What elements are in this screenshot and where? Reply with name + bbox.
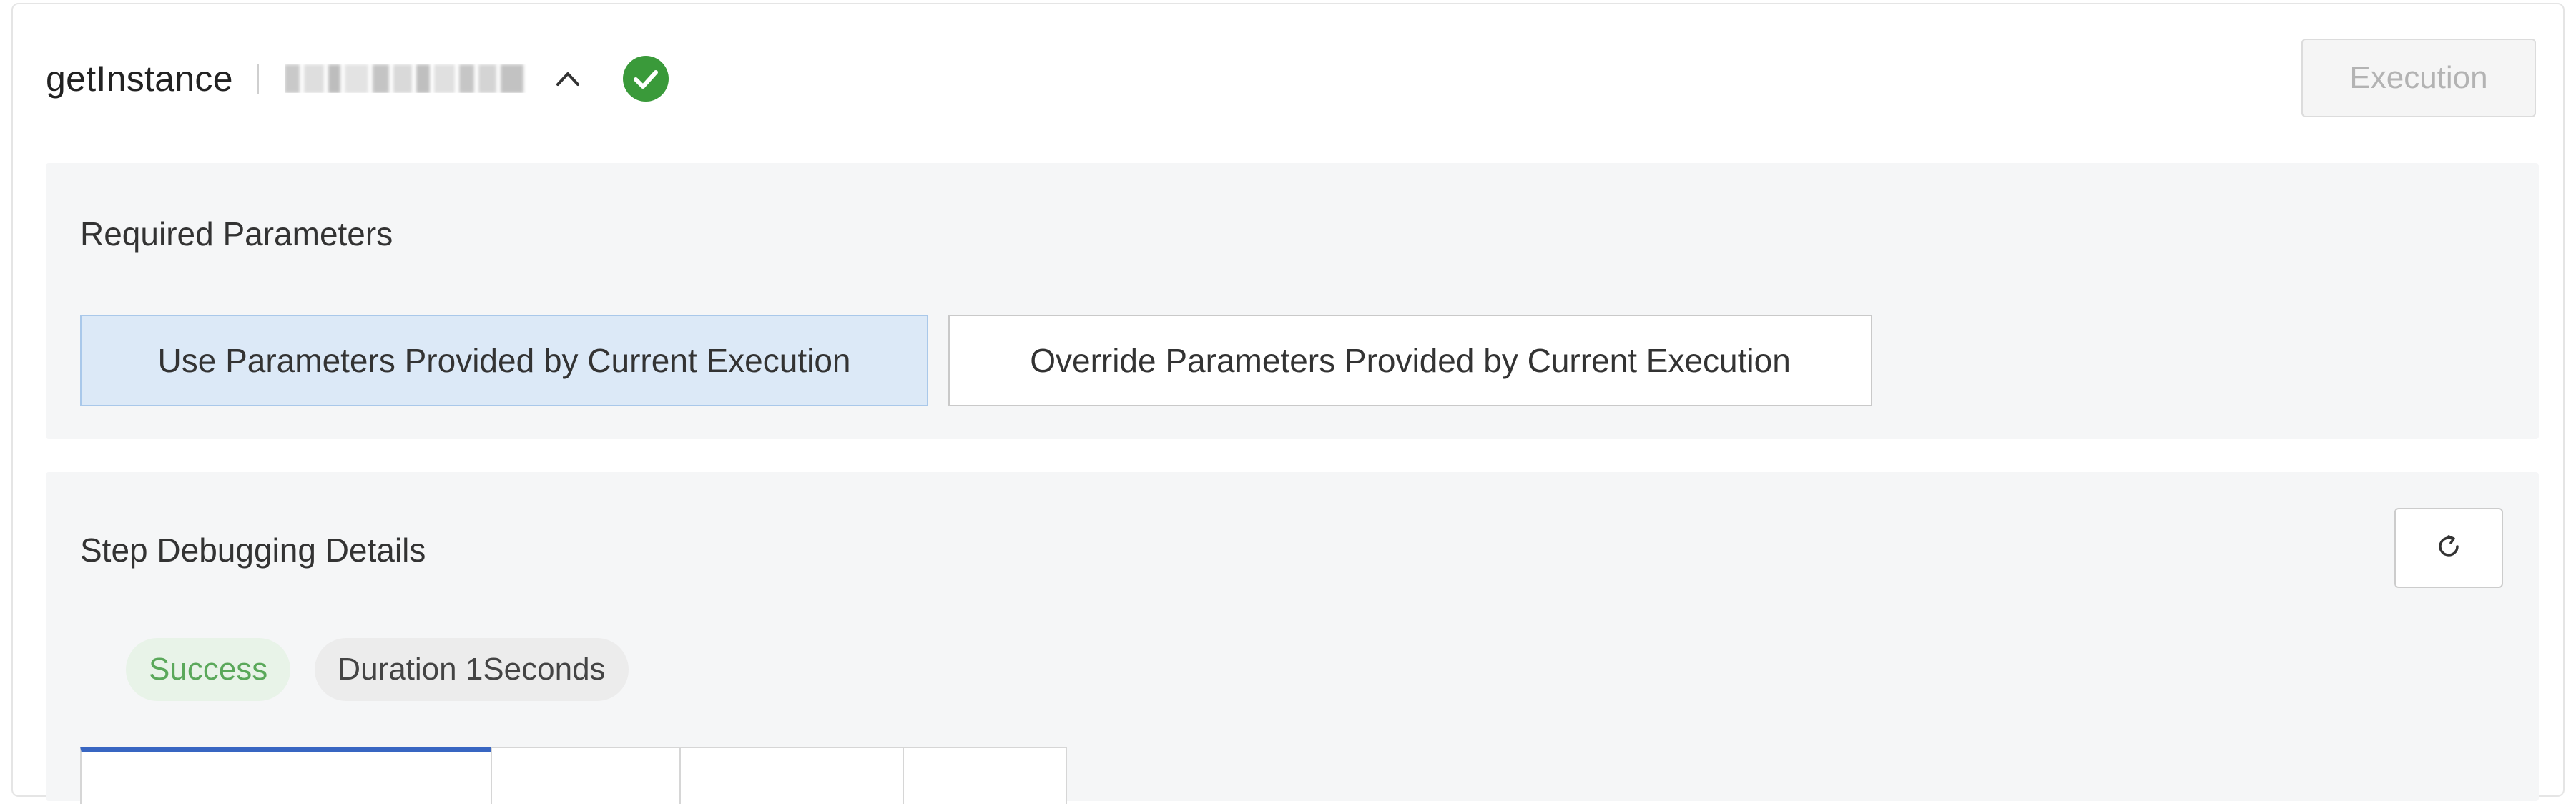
debug-tab-3[interactable] bbox=[679, 747, 904, 804]
parameter-mode-selector: Use Parameters Provided by Current Execu… bbox=[80, 315, 1892, 406]
required-parameters-title: Required Parameters bbox=[80, 215, 393, 253]
required-parameters-panel: Required Parameters Use Parameters Provi… bbox=[46, 163, 2539, 439]
override-params-option[interactable]: Override Parameters Provided by Current … bbox=[948, 315, 1872, 406]
step-debugging-panel: Step Debugging Details Success Duration … bbox=[46, 472, 2539, 804]
execution-button[interactable]: Execution bbox=[2301, 39, 2536, 117]
debug-tab-1[interactable] bbox=[80, 747, 492, 804]
status-badges: Success Duration 1Seconds bbox=[126, 638, 653, 701]
debug-tab-4[interactable] bbox=[903, 747, 1067, 804]
step-debugging-title: Step Debugging Details bbox=[80, 531, 426, 569]
success-badge: Success bbox=[126, 638, 291, 701]
debug-tabs bbox=[80, 747, 1067, 804]
blurred-instance-name bbox=[284, 64, 528, 93]
use-current-params-option[interactable]: Use Parameters Provided by Current Execu… bbox=[80, 315, 928, 406]
step-title: getInstance bbox=[46, 59, 233, 99]
refresh-icon bbox=[2433, 531, 2464, 566]
debug-tab-2[interactable] bbox=[491, 747, 681, 804]
chevron-up-icon[interactable] bbox=[546, 57, 589, 100]
refresh-button[interactable] bbox=[2394, 508, 2503, 588]
step-header: getInstance bbox=[46, 43, 669, 114]
check-circle-icon bbox=[622, 55, 669, 102]
duration-badge: Duration 1Seconds bbox=[315, 638, 629, 701]
title-divider bbox=[257, 64, 259, 94]
